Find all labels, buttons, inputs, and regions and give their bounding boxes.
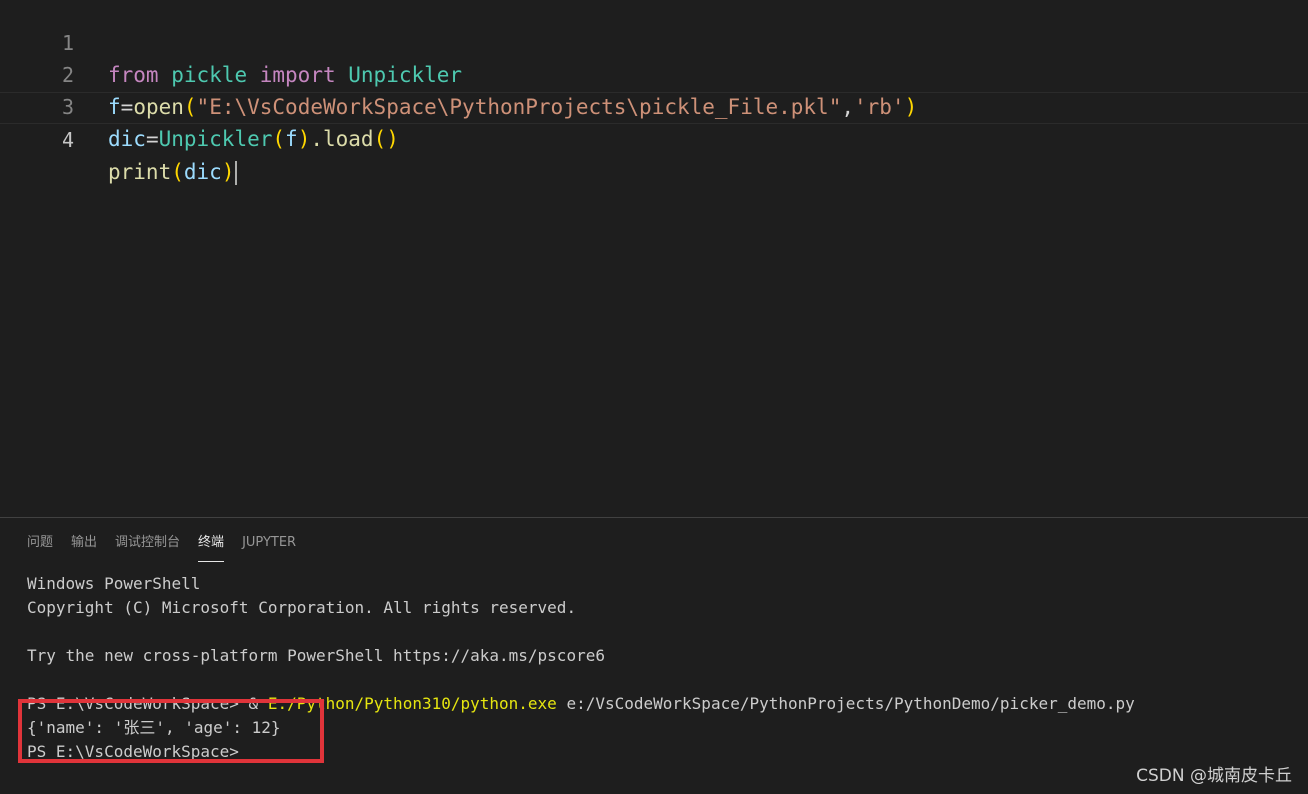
code-line-4[interactable]: 4 print(dic) <box>0 92 1308 185</box>
bottom-panel: 问题 输出 调试控制台 终端 JUPYTER Windows PowerShel… <box>0 517 1308 794</box>
code-text[interactable]: print(dic) <box>108 157 238 187</box>
code-line-2[interactable]: 2 f=open("E:\VsCodeWorkSpace\PythonProje… <box>0 27 1308 119</box>
text-cursor <box>235 161 238 185</box>
watermark: CSDN @城南皮卡丘 <box>1136 766 1292 786</box>
tab-debug-console[interactable]: 调试控制台 <box>115 526 180 562</box>
code-line-3[interactable]: 3 dic=Unpickler(f).load() <box>0 59 1308 151</box>
line-number: 4 <box>61 128 74 152</box>
code-text[interactable]: dic=Unpickler(f).load() <box>108 123 399 155</box>
terminal-result-line: {'name': '张三', 'age': 12} <box>27 718 281 737</box>
tab-jupyter[interactable]: JUPYTER <box>242 526 296 562</box>
tab-problems[interactable]: 问题 <box>27 526 53 562</box>
terminal-output[interactable]: Windows PowerShell Copyright (C) Microso… <box>27 572 1135 764</box>
vscode-window: 1 from pickle import Unpickler 2 f=open(… <box>0 0 1308 794</box>
terminal-line: Copyright (C) Microsoft Corporation. All… <box>27 598 577 617</box>
terminal-line: Windows PowerShell <box>27 574 201 593</box>
tab-terminal[interactable]: 终端 <box>198 526 225 562</box>
code-editor[interactable]: 1 from pickle import Unpickler 2 f=open(… <box>0 0 1308 517</box>
terminal-command-line: PS E:\VsCodeWorkSpace> & E:/Python/Pytho… <box>27 694 1135 713</box>
tab-output[interactable]: 输出 <box>71 526 97 562</box>
code-line-1[interactable]: 1 from pickle import Unpickler <box>0 0 1308 87</box>
panel-tab-bar: 问题 输出 调试控制台 终端 JUPYTER <box>18 526 305 562</box>
terminal-prompt-line: PS E:\VsCodeWorkSpace> <box>27 742 239 761</box>
terminal-line: Try the new cross-platform PowerShell ht… <box>27 646 605 665</box>
